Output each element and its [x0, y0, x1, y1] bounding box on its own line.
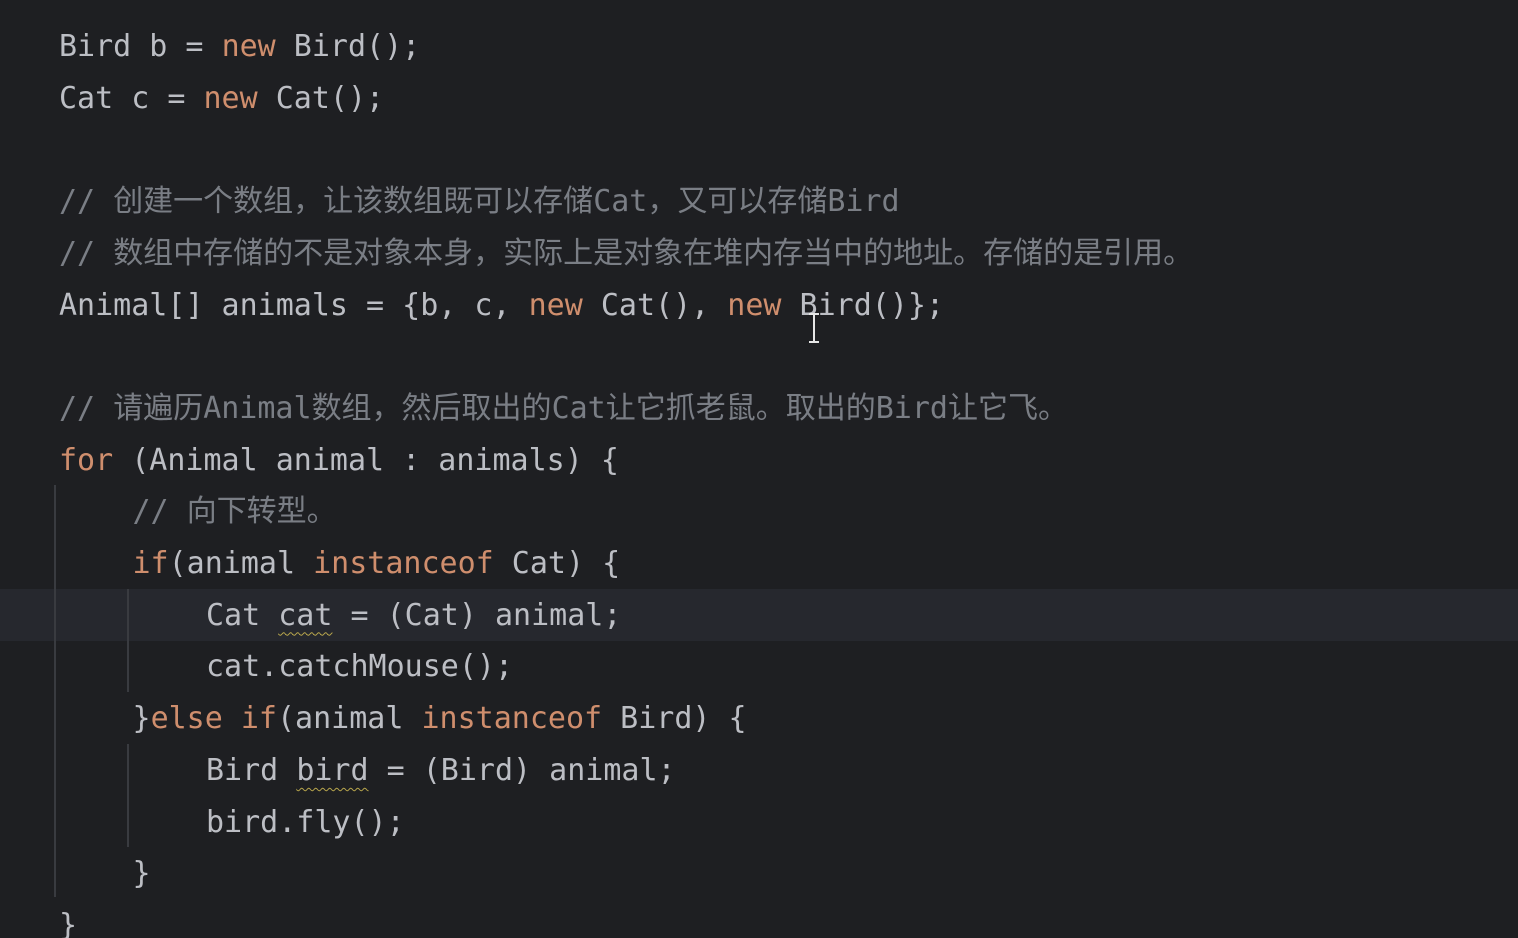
keyword-token: new — [528, 287, 583, 323]
indent-guide-for-block — [54, 485, 56, 897]
code-line-17[interactable]: } — [133, 848, 151, 900]
code-line-15[interactable]: Bird bird = (Bird) animal; — [206, 745, 676, 797]
comment-token: 创建一个数组，让该数组既可以存储 — [113, 184, 594, 220]
code-line-12[interactable]: Cat cat = (Cat) animal; — [206, 590, 621, 642]
code-token: bird.fly(); — [206, 804, 405, 840]
code-token: Bird(); — [275, 29, 421, 64]
comment-token: 让它抓老鼠。取出的 — [605, 390, 876, 426]
code-token: Bird) { — [602, 701, 747, 737]
code-token: Bird b = — [59, 29, 222, 64]
code-line-14[interactable]: }else if(animal instanceof Bird) { — [133, 693, 747, 745]
code-token: Animal[] animals = {b, c, — [59, 287, 529, 323]
comment-token: Cat — [551, 390, 606, 426]
code-line-10[interactable]: // 向下转型。 — [133, 486, 337, 538]
comment-token: 让它飞。 — [948, 390, 1068, 426]
code-token: Cat(); — [257, 80, 385, 116]
keyword-token: instanceof — [313, 546, 494, 581]
code-token: = (Bird) animal; — [368, 752, 676, 788]
comment-token: // — [59, 184, 114, 220]
code-line-11[interactable]: if(animal instanceof Cat) { — [133, 538, 621, 590]
code-token: (animal — [277, 701, 422, 737]
code-line-2[interactable]: Cat c = new Cat(); — [59, 73, 384, 125]
indent-guide-if-block — [127, 589, 129, 692]
code-token: Cat c = — [59, 80, 204, 116]
code-line-8[interactable]: // 请遍历Animal数组，然后取出的Cat让它抓老鼠。取出的Bird让它飞。 — [59, 383, 1068, 435]
code-line-4[interactable]: // 创建一个数组，让该数组既可以存储Cat，又可以存储Bird — [59, 176, 900, 228]
comment-token: 数组，然后取出的 — [311, 390, 552, 426]
comment-token: 数组中存储的不是对象本身，实际上是对象在堆内存当中的地址。存储的是引用。 — [113, 235, 1194, 271]
code-token: (Animal animal : animals) { — [113, 442, 619, 478]
keyword-token: else if — [150, 701, 277, 737]
text-cursor-icon — [809, 313, 819, 343]
code-line-5[interactable]: // 数组中存储的不是对象本身，实际上是对象在堆内存当中的地址。存储的是引用。 — [59, 228, 1193, 280]
code-line-13[interactable]: cat.catchMouse(); — [206, 641, 513, 693]
code-token: Bird — [206, 752, 297, 788]
code-token: Cat — [206, 597, 279, 633]
comment-token: 向下转型。 — [186, 494, 337, 530]
code-token: Cat(), — [582, 287, 728, 323]
code-line-18[interactable]: } — [59, 900, 77, 938]
comment-token: // — [59, 235, 114, 271]
code-token: } — [132, 856, 151, 892]
comment-token: // — [59, 390, 114, 426]
code-token: Cat) { — [493, 546, 621, 581]
warning-token: cat — [278, 597, 333, 633]
comment-token: // — [132, 494, 187, 530]
code-token: cat.catchMouse(); — [206, 649, 514, 685]
warning-token: bird — [296, 752, 369, 788]
code-token: } — [132, 701, 151, 737]
code-line-1[interactable]: Bird b = new Bird(); — [59, 21, 420, 73]
comment-token: 请遍历 — [113, 390, 204, 426]
comment-token: ，又可以存储 — [647, 184, 828, 220]
code-token: = (Cat) animal; — [332, 597, 622, 633]
comment-token: Bird — [827, 184, 900, 220]
indent-guide-else-block — [127, 744, 129, 847]
comment-token: Animal — [203, 390, 312, 426]
code-token: Bird()}; — [781, 287, 945, 323]
keyword-token: for — [59, 442, 114, 478]
comment-token: Bird — [875, 390, 948, 426]
keyword-token: new — [221, 29, 276, 64]
code-token: (animal — [168, 546, 314, 581]
code-line-9[interactable]: for (Animal animal : animals) { — [59, 435, 619, 487]
code-editor[interactable]: Bird b = new Bird(); Cat c = new Cat();//… — [0, 0, 1518, 938]
keyword-token: if — [132, 546, 169, 581]
keyword-token: new — [203, 80, 258, 116]
comment-token: Cat — [593, 184, 648, 220]
code-line-16[interactable]: bird.fly(); — [206, 797, 405, 849]
code-token: } — [59, 907, 78, 938]
keyword-token: new — [727, 287, 782, 323]
keyword-token: instanceof — [421, 701, 603, 737]
